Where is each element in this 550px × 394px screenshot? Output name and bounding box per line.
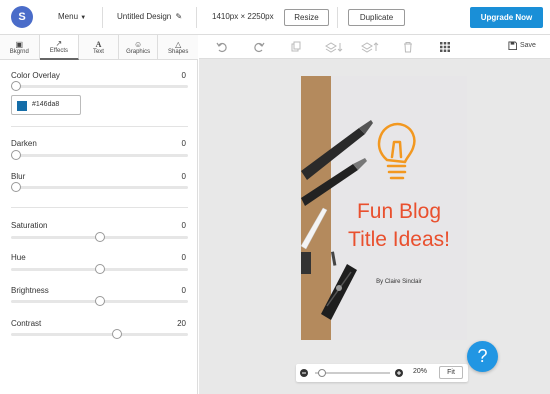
hue-value: 0 bbox=[181, 253, 186, 262]
canvas-toolbar bbox=[199, 35, 550, 59]
color-overlay-label: Color Overlay bbox=[11, 71, 60, 80]
menu-label: Menu bbox=[58, 12, 79, 21]
effects-panel: ▣ Bkgrnd ↗ Effects A Text ☺ Graphics △ S… bbox=[0, 35, 198, 394]
divider bbox=[337, 7, 338, 28]
tab-label: Bkgrnd bbox=[9, 49, 29, 55]
slider-thumb[interactable] bbox=[95, 296, 105, 306]
shapes-icon: △ bbox=[175, 40, 182, 49]
darken-slider[interactable] bbox=[11, 150, 188, 160]
color-hex: #146da8 bbox=[32, 101, 60, 108]
copy-icon[interactable] bbox=[290, 41, 302, 53]
redo-icon[interactable] bbox=[253, 41, 265, 53]
design-title-line2[interactable]: Title Ideas! bbox=[331, 228, 467, 252]
slider-thumb[interactable] bbox=[112, 329, 122, 339]
tab-text[interactable]: A Text bbox=[79, 35, 119, 60]
zoom-slider-thumb[interactable] bbox=[318, 369, 326, 377]
send-backward-icon[interactable] bbox=[325, 41, 343, 53]
design-name[interactable]: Untitled Design ✎ bbox=[117, 11, 182, 23]
resize-button[interactable]: Resize bbox=[284, 9, 329, 26]
floppy-icon bbox=[508, 41, 517, 50]
color-swatch[interactable] bbox=[17, 101, 27, 111]
tab-label: Shapes bbox=[167, 49, 189, 55]
top-bar: S Menu ▼ Untitled Design ✎ 1410px × 2250… bbox=[0, 0, 550, 35]
divider bbox=[196, 7, 197, 28]
tab-shapes[interactable]: △ Shapes bbox=[158, 35, 198, 60]
lightbulb-icon bbox=[377, 122, 416, 180]
tab-label: Text bbox=[92, 49, 104, 55]
color-input[interactable]: #146da8 bbox=[11, 95, 81, 115]
menu-button[interactable]: Menu ▼ bbox=[58, 11, 86, 24]
slider-thumb[interactable] bbox=[11, 182, 21, 192]
save-button[interactable]: Save bbox=[508, 41, 536, 50]
slider-thumb[interactable] bbox=[11, 81, 21, 91]
divider bbox=[11, 126, 188, 127]
panel-tabs: ▣ Bkgrnd ↗ Effects A Text ☺ Graphics △ S… bbox=[0, 35, 198, 60]
blur-value: 0 bbox=[181, 172, 186, 181]
contrast-label: Contrast bbox=[11, 319, 42, 328]
tab-background[interactable]: ▣ Bkgrnd bbox=[0, 35, 40, 60]
hue-label: Hue bbox=[11, 253, 26, 262]
blur-slider[interactable] bbox=[11, 182, 188, 192]
saturation-slider[interactable] bbox=[11, 232, 188, 242]
bring-forward-icon[interactable] bbox=[361, 41, 379, 53]
zoom-out-icon[interactable] bbox=[300, 369, 308, 377]
saturation-label: Saturation bbox=[11, 221, 48, 230]
save-label: Save bbox=[520, 42, 536, 49]
tab-effects[interactable]: ↗ Effects bbox=[39, 35, 80, 60]
brightness-label: Brightness bbox=[11, 286, 49, 295]
tab-graphics[interactable]: ☺ Graphics bbox=[119, 35, 159, 60]
logo[interactable]: S bbox=[11, 6, 33, 28]
zoom-slider[interactable] bbox=[315, 369, 390, 377]
tab-label: Graphics bbox=[126, 49, 151, 55]
slider-thumb[interactable] bbox=[95, 264, 105, 274]
design-canvas[interactable]: Fun Blog Title Ideas! By Claire Sinclair bbox=[301, 76, 467, 340]
grid-icon[interactable] bbox=[439, 41, 451, 53]
zoom-bar: 20% Fit bbox=[296, 364, 468, 382]
brightness-slider[interactable] bbox=[11, 296, 188, 306]
divider bbox=[11, 207, 188, 208]
contrast-value: 20 bbox=[177, 319, 186, 328]
design-title-line1[interactable]: Fun Blog bbox=[331, 200, 467, 224]
design-name-label: Untitled Design bbox=[117, 12, 172, 21]
image-icon: ▣ bbox=[15, 40, 24, 49]
darken-label: Darken bbox=[11, 139, 37, 148]
slider-thumb[interactable] bbox=[95, 232, 105, 242]
brightness-value: 0 bbox=[181, 286, 186, 295]
color-overlay-value: 0 bbox=[181, 71, 186, 80]
design-author[interactable]: By Claire Sinclair bbox=[331, 279, 467, 285]
contrast-slider[interactable] bbox=[11, 329, 188, 339]
pencil-icon: ✎ bbox=[175, 12, 183, 21]
text-icon: A bbox=[95, 40, 102, 49]
undo-icon[interactable] bbox=[216, 41, 228, 53]
saturation-value: 0 bbox=[181, 221, 186, 230]
zoom-percent: 20% bbox=[413, 368, 428, 375]
fit-button[interactable]: Fit bbox=[439, 366, 463, 379]
wand-icon: ↗ bbox=[55, 39, 63, 48]
graphics-icon: ☺ bbox=[133, 40, 143, 49]
zoom-in-icon[interactable] bbox=[395, 369, 403, 377]
blur-label: Blur bbox=[11, 172, 26, 181]
color-overlay-slider[interactable] bbox=[11, 81, 188, 91]
help-button[interactable]: ? bbox=[467, 341, 498, 372]
slider-thumb[interactable] bbox=[11, 150, 21, 160]
tab-label: Effects bbox=[49, 48, 68, 54]
darken-value: 0 bbox=[181, 139, 186, 148]
trash-icon[interactable] bbox=[402, 41, 414, 53]
hue-slider[interactable] bbox=[11, 264, 188, 274]
duplicate-button[interactable]: Duplicate bbox=[348, 9, 405, 26]
upgrade-button[interactable]: Upgrade Now bbox=[470, 7, 543, 28]
caret-down-icon: ▼ bbox=[80, 15, 87, 21]
dimensions-text: 1410px × 2250px bbox=[212, 12, 274, 21]
divider bbox=[102, 7, 103, 28]
